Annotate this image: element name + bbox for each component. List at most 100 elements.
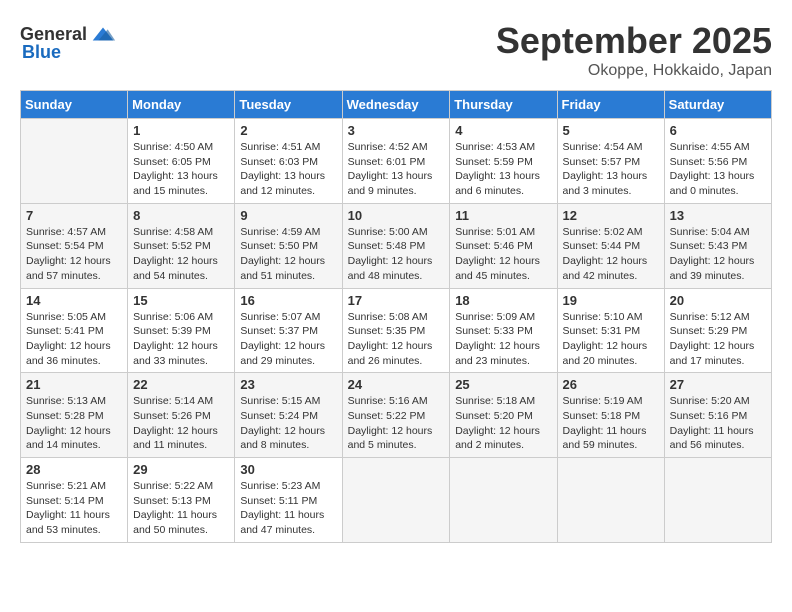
day-number: 19 — [563, 293, 659, 308]
day-number: 13 — [670, 208, 766, 223]
day-info: Sunrise: 5:19 AMSunset: 5:18 PMDaylight:… — [563, 394, 659, 453]
calendar-week-row: 21Sunrise: 5:13 AMSunset: 5:28 PMDayligh… — [21, 373, 772, 458]
day-number: 7 — [26, 208, 122, 223]
location-subtitle: Okoppe, Hokkaido, Japan — [496, 62, 772, 80]
calendar-cell: 3 Sunrise: 4:52 AMSunset: 6:01 PMDaylight… — [342, 119, 450, 204]
day-number: 23 — [240, 377, 336, 392]
day-info: Sunrise: 5:23 AMSunset: 5:11 PMDaylight:… — [240, 479, 336, 538]
day-info: Sunrise: 5:22 AMSunset: 5:13 PMDaylight:… — [133, 479, 229, 538]
day-number: 29 — [133, 462, 229, 477]
day-info: Sunrise: 5:07 AMSunset: 5:37 PMDaylight:… — [240, 310, 336, 369]
calendar-cell: 30Sunrise: 5:23 AMSunset: 5:11 PMDayligh… — [235, 458, 342, 543]
day-info: Sunrise: 5:20 AMSunset: 5:16 PMDaylight:… — [670, 394, 766, 453]
day-info: Sunrise: 4:55 AMSunset: 5:56 PMDaylight:… — [670, 140, 766, 199]
calendar-week-row: 28Sunrise: 5:21 AMSunset: 5:14 PMDayligh… — [21, 458, 772, 543]
calendar-cell: 18 Sunrise: 5:09 AMSunset: 5:33 PMDayligh… — [450, 288, 557, 373]
day-info: Sunrise: 4:59 AMSunset: 5:50 PMDaylight:… — [240, 225, 336, 284]
day-number: 21 — [26, 377, 122, 392]
calendar-cell: 21Sunrise: 5:13 AMSunset: 5:28 PMDayligh… — [21, 373, 128, 458]
logo-blue-text: Blue — [22, 42, 61, 63]
calendar-cell: 29 Sunrise: 5:22 AMSunset: 5:13 PMDayligh… — [128, 458, 235, 543]
calendar-cell: 2 Sunrise: 4:51 AMSunset: 6:03 PMDaylight… — [235, 119, 342, 204]
column-header-tuesday: Tuesday — [235, 91, 342, 119]
calendar-cell: 27 Sunrise: 5:20 AMSunset: 5:16 PMDayligh… — [664, 373, 771, 458]
day-number: 17 — [348, 293, 445, 308]
calendar-cell: 15 Sunrise: 5:06 AMSunset: 5:39 PMDayligh… — [128, 288, 235, 373]
calendar-cell — [342, 458, 450, 543]
calendar-cell: 4 Sunrise: 4:53 AMSunset: 5:59 PMDaylight… — [450, 119, 557, 204]
day-info: Sunrise: 5:18 AMSunset: 5:20 PMDaylight:… — [455, 394, 551, 453]
logo-icon — [89, 20, 117, 48]
day-info: Sunrise: 4:57 AMSunset: 5:54 PMDaylight:… — [26, 225, 122, 284]
day-number: 1 — [133, 123, 229, 138]
day-info: Sunrise: 4:53 AMSunset: 5:59 PMDaylight:… — [455, 140, 551, 199]
page-header: General Blue September 2025 Okoppe, Hokk… — [20, 20, 772, 80]
day-info: Sunrise: 5:05 AMSunset: 5:41 PMDaylight:… — [26, 310, 122, 369]
day-number: 18 — [455, 293, 551, 308]
day-number: 26 — [563, 377, 659, 392]
column-header-thursday: Thursday — [450, 91, 557, 119]
calendar-cell: 13 Sunrise: 5:04 AMSunset: 5:43 PMDayligh… — [664, 203, 771, 288]
day-number: 5 — [563, 123, 659, 138]
calendar-cell: 14 Sunrise: 5:05 AMSunset: 5:41 PMDayligh… — [21, 288, 128, 373]
day-info: Sunrise: 4:58 AMSunset: 5:52 PMDaylight:… — [133, 225, 229, 284]
day-info: Sunrise: 5:00 AMSunset: 5:48 PMDaylight:… — [348, 225, 445, 284]
day-info: Sunrise: 5:09 AMSunset: 5:33 PMDaylight:… — [455, 310, 551, 369]
day-number: 22 — [133, 377, 229, 392]
day-number: 11 — [455, 208, 551, 223]
calendar-cell: 17Sunrise: 5:08 AMSunset: 5:35 PMDayligh… — [342, 288, 450, 373]
day-number: 14 — [26, 293, 122, 308]
calendar-cell: 8 Sunrise: 4:58 AMSunset: 5:52 PMDaylight… — [128, 203, 235, 288]
calendar-cell: 6 Sunrise: 4:55 AMSunset: 5:56 PMDaylight… — [664, 119, 771, 204]
calendar-cell — [664, 458, 771, 543]
calendar-cell: 22 Sunrise: 5:14 AMSunset: 5:26 PMDayligh… — [128, 373, 235, 458]
calendar-cell: 5 Sunrise: 4:54 AMSunset: 5:57 PMDaylight… — [557, 119, 664, 204]
day-info: Sunrise: 4:50 AMSunset: 6:05 PMDaylight:… — [133, 140, 229, 199]
calendar-cell — [557, 458, 664, 543]
day-number: 28 — [26, 462, 122, 477]
day-info: Sunrise: 5:15 AMSunset: 5:24 PMDaylight:… — [240, 394, 336, 453]
day-info: Sunrise: 5:04 AMSunset: 5:43 PMDaylight:… — [670, 225, 766, 284]
day-number: 6 — [670, 123, 766, 138]
logo: General Blue — [20, 20, 117, 63]
month-year-title: September 2025 — [496, 20, 772, 62]
day-info: Sunrise: 4:51 AMSunset: 6:03 PMDaylight:… — [240, 140, 336, 199]
calendar-cell: 1 Sunrise: 4:50 AMSunset: 6:05 PMDaylight… — [128, 119, 235, 204]
day-number: 10 — [348, 208, 445, 223]
calendar-cell: 19 Sunrise: 5:10 AMSunset: 5:31 PMDayligh… — [557, 288, 664, 373]
day-number: 8 — [133, 208, 229, 223]
day-number: 12 — [563, 208, 659, 223]
day-info: Sunrise: 5:16 AMSunset: 5:22 PMDaylight:… — [348, 394, 445, 453]
calendar-cell: 9Sunrise: 4:59 AMSunset: 5:50 PMDaylight… — [235, 203, 342, 288]
day-number: 2 — [240, 123, 336, 138]
day-info: Sunrise: 5:10 AMSunset: 5:31 PMDaylight:… — [563, 310, 659, 369]
day-info: Sunrise: 4:54 AMSunset: 5:57 PMDaylight:… — [563, 140, 659, 199]
calendar-cell: 10 Sunrise: 5:00 AMSunset: 5:48 PMDayligh… — [342, 203, 450, 288]
day-number: 27 — [670, 377, 766, 392]
day-number: 15 — [133, 293, 229, 308]
calendar-cell: 11 Sunrise: 5:01 AMSunset: 5:46 PMDayligh… — [450, 203, 557, 288]
calendar-cell — [21, 119, 128, 204]
calendar-cell: 23 Sunrise: 5:15 AMSunset: 5:24 PMDayligh… — [235, 373, 342, 458]
day-info: Sunrise: 5:06 AMSunset: 5:39 PMDaylight:… — [133, 310, 229, 369]
calendar-header-row: SundayMondayTuesdayWednesdayThursdayFrid… — [21, 91, 772, 119]
day-number: 3 — [348, 123, 445, 138]
day-info: Sunrise: 5:02 AMSunset: 5:44 PMDaylight:… — [563, 225, 659, 284]
calendar-cell: 20 Sunrise: 5:12 AMSunset: 5:29 PMDayligh… — [664, 288, 771, 373]
day-info: Sunrise: 5:12 AMSunset: 5:29 PMDaylight:… — [670, 310, 766, 369]
day-info: Sunrise: 5:01 AMSunset: 5:46 PMDaylight:… — [455, 225, 551, 284]
title-section: September 2025 Okoppe, Hokkaido, Japan — [496, 20, 772, 80]
day-info: Sunrise: 4:52 AMSunset: 6:01 PMDaylight:… — [348, 140, 445, 199]
day-info: Sunrise: 5:14 AMSunset: 5:26 PMDaylight:… — [133, 394, 229, 453]
calendar-cell: 24Sunrise: 5:16 AMSunset: 5:22 PMDayligh… — [342, 373, 450, 458]
calendar-cell: 25Sunrise: 5:18 AMSunset: 5:20 PMDayligh… — [450, 373, 557, 458]
calendar-cell: 16Sunrise: 5:07 AMSunset: 5:37 PMDayligh… — [235, 288, 342, 373]
calendar-cell: 7 Sunrise: 4:57 AMSunset: 5:54 PMDaylight… — [21, 203, 128, 288]
column-header-sunday: Sunday — [21, 91, 128, 119]
day-number: 20 — [670, 293, 766, 308]
calendar-week-row: 14 Sunrise: 5:05 AMSunset: 5:41 PMDayligh… — [21, 288, 772, 373]
calendar-cell: 12 Sunrise: 5:02 AMSunset: 5:44 PMDayligh… — [557, 203, 664, 288]
column-header-monday: Monday — [128, 91, 235, 119]
calendar-table: SundayMondayTuesdayWednesdayThursdayFrid… — [20, 90, 772, 543]
day-number: 4 — [455, 123, 551, 138]
